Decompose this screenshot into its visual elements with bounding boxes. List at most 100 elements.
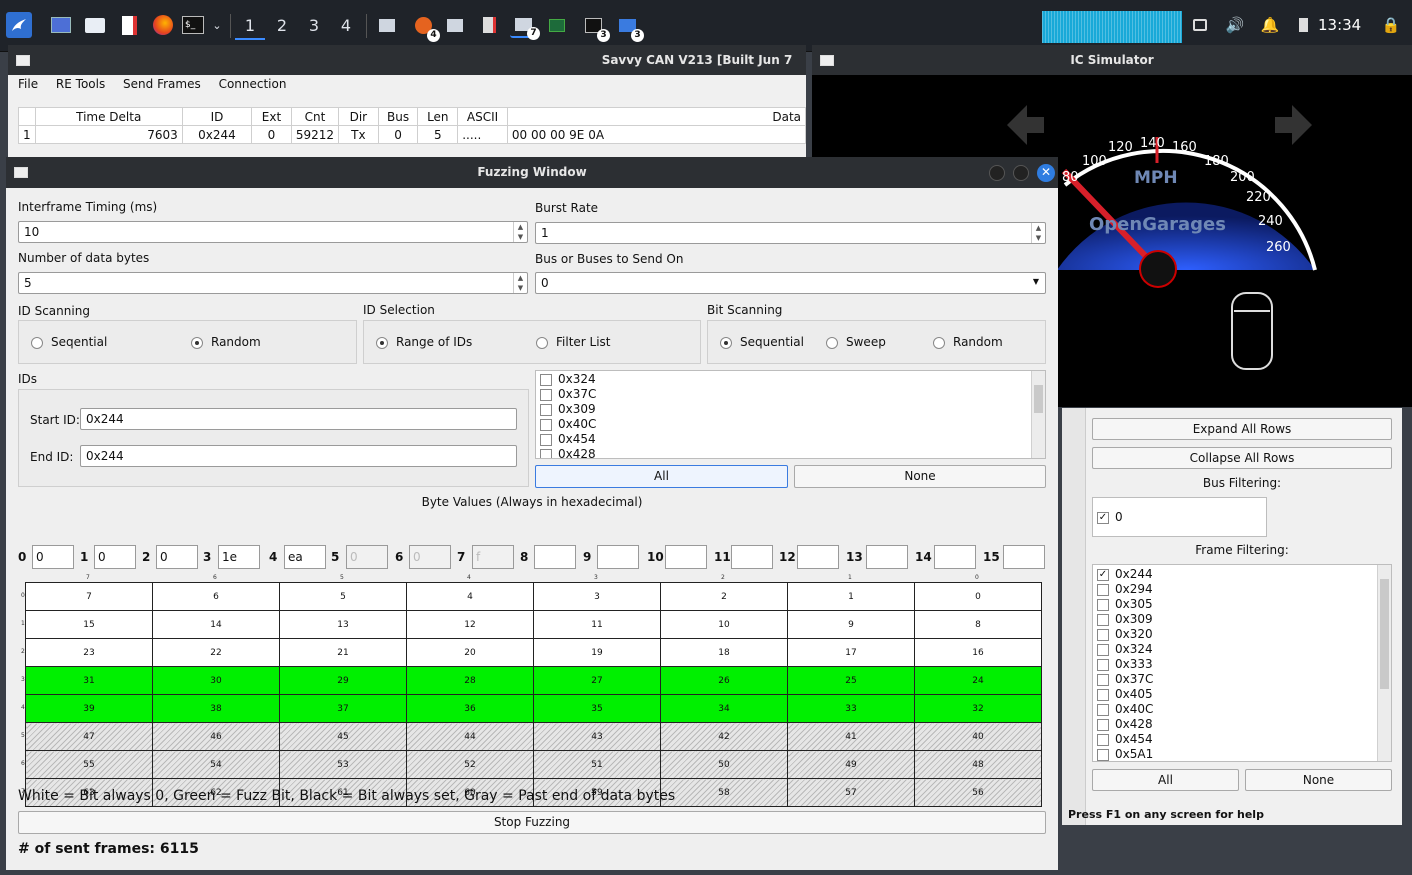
bit-cell[interactable]: 32 — [914, 694, 1042, 723]
checkbox-icon[interactable] — [540, 388, 552, 401]
byte-value-input[interactable]: 1e — [218, 545, 260, 569]
bit-cell[interactable]: 28 — [406, 666, 534, 695]
bit-cell[interactable]: 38 — [152, 694, 280, 723]
checkbox-icon[interactable] — [1097, 583, 1109, 596]
bit-cell[interactable]: 51 — [533, 750, 661, 779]
workspace-1[interactable]: 1 — [235, 12, 265, 40]
checkbox-icon[interactable] — [1097, 628, 1109, 641]
col-cnt[interactable]: Cnt — [290, 107, 340, 126]
checkbox-icon[interactable] — [540, 448, 552, 458]
list-item[interactable]: 0x324 — [536, 372, 1045, 387]
bit-cell[interactable]: 15 — [25, 610, 153, 639]
menu-file[interactable]: File — [18, 77, 38, 91]
collapse-all-rows-button[interactable]: Collapse All Rows — [1092, 447, 1392, 469]
ids-none-button[interactable]: None — [794, 465, 1046, 488]
bit-cell[interactable]: 34 — [660, 694, 788, 723]
bit-cell[interactable]: 25 — [787, 666, 915, 695]
bit-cell[interactable]: 22 — [152, 638, 280, 667]
terminal-task-icon[interactable]: 3 — [580, 12, 610, 42]
radio-range-of-ids[interactable]: Range of IDs — [376, 335, 472, 349]
byte-value-input[interactable] — [866, 545, 908, 569]
bit-cell[interactable]: 53 — [279, 750, 407, 779]
list-item[interactable]: 0x5A1 — [1093, 747, 1391, 761]
byte-value-input[interactable]: 0 — [156, 545, 198, 569]
window-menu-icon[interactable] — [14, 167, 28, 178]
checkbox-icon[interactable] — [540, 418, 552, 431]
bit-cell[interactable]: 33 — [787, 694, 915, 723]
checkbox-icon[interactable] — [1097, 703, 1109, 716]
bit-cell[interactable]: 13 — [279, 610, 407, 639]
col-ext[interactable]: Ext — [251, 107, 292, 126]
checkbox-icon[interactable] — [540, 433, 552, 446]
byte-value-input[interactable]: 0 — [94, 545, 136, 569]
checkbox-icon[interactable] — [540, 373, 552, 386]
menu-send-frames[interactable]: Send Frames — [123, 77, 201, 91]
spin-arrows-icon[interactable]: ▲ ▼ — [1031, 223, 1045, 243]
bit-cell[interactable]: 29 — [279, 666, 407, 695]
close-icon[interactable]: ✕ — [1037, 164, 1055, 182]
lock-icon[interactable]: 🔒 — [1378, 12, 1404, 38]
bit-cell[interactable]: 48 — [914, 750, 1042, 779]
list-item[interactable]: 0x40C — [1093, 702, 1391, 717]
bit-cell[interactable]: 43 — [533, 722, 661, 751]
list-item[interactable]: 0x305 — [1093, 597, 1391, 612]
bit-cell[interactable]: 6 — [152, 582, 280, 611]
burst-rate-spinbox[interactable]: 1 ▲ ▼ — [535, 222, 1046, 244]
bit-cell[interactable]: 57 — [787, 778, 915, 807]
display-icon[interactable] — [1187, 12, 1213, 38]
checkbox-icon[interactable] — [540, 403, 552, 416]
byte-value-input[interactable] — [1003, 545, 1045, 569]
bit-cell[interactable]: 11 — [533, 610, 661, 639]
window-menu-icon[interactable] — [16, 55, 30, 66]
bit-cell[interactable]: 44 — [406, 722, 534, 751]
window-task-icon[interactable] — [442, 12, 468, 38]
window-menu-icon[interactable] — [820, 55, 834, 66]
bit-cell[interactable]: 4 — [406, 582, 534, 611]
bit-cell[interactable]: 40 — [914, 722, 1042, 751]
col-data[interactable]: Data — [506, 107, 807, 126]
bit-cell[interactable]: 16 — [914, 638, 1042, 667]
workspace-2[interactable]: 2 — [267, 12, 297, 40]
frames-all-button[interactable]: All — [1092, 769, 1239, 791]
radio-bit-random[interactable]: Random — [933, 335, 1003, 349]
list-item[interactable]: 0x37C — [1093, 672, 1391, 687]
bit-cell[interactable]: 50 — [660, 750, 788, 779]
savvycan-task-icon[interactable]: 7 — [510, 12, 540, 40]
scrollbar[interactable] — [1377, 565, 1391, 761]
interframe-spinbox[interactable]: 10 ▲ ▼ — [18, 221, 528, 243]
checkbox-icon[interactable] — [1097, 673, 1109, 686]
folder-icon[interactable] — [82, 12, 108, 38]
checkbox-icon[interactable] — [1097, 748, 1109, 761]
list-item[interactable]: 0x428 — [536, 447, 1045, 458]
bit-cell[interactable]: 49 — [787, 750, 915, 779]
bit-cell[interactable]: 2 — [660, 582, 788, 611]
table-row[interactable]: 1 7603 0x244 0 59212 Tx 0 5 ..... 00 00 … — [18, 125, 807, 144]
checkbox-icon[interactable] — [1097, 658, 1109, 671]
terminal-icon[interactable]: $_ — [180, 12, 206, 38]
col-id[interactable]: ID — [181, 107, 253, 126]
checkbox-icon[interactable] — [1097, 718, 1109, 731]
databytes-spinbox[interactable]: 5 ▲ ▼ — [18, 272, 528, 294]
checkbox-icon[interactable] — [1097, 688, 1109, 701]
bit-cell[interactable]: 21 — [279, 638, 407, 667]
window-task-icon[interactable] — [374, 12, 400, 38]
bit-cell[interactable]: 55 — [25, 750, 153, 779]
bit-cell[interactable]: 46 — [152, 722, 280, 751]
battery-icon[interactable] — [1290, 12, 1316, 38]
bit-cell[interactable]: 47 — [25, 722, 153, 751]
col-dir[interactable]: Dir — [338, 107, 379, 126]
bit-cell[interactable]: 54 — [152, 750, 280, 779]
bit-cell[interactable]: 24 — [914, 666, 1042, 695]
chevron-down-icon[interactable]: ⌄ — [204, 12, 230, 38]
bit-cell[interactable]: 1 — [787, 582, 915, 611]
byte-value-input[interactable] — [934, 545, 976, 569]
bit-cell[interactable]: 12 — [406, 610, 534, 639]
bit-cell[interactable]: 19 — [533, 638, 661, 667]
bit-cell[interactable]: 30 — [152, 666, 280, 695]
bit-cell[interactable]: 8 — [914, 610, 1042, 639]
bit-cell[interactable]: 3 — [533, 582, 661, 611]
list-item[interactable]: 0x37C — [536, 387, 1045, 402]
bit-cell[interactable]: 14 — [152, 610, 280, 639]
col-len[interactable]: Len — [417, 107, 459, 126]
byte-value-input[interactable]: 0 — [32, 545, 74, 569]
